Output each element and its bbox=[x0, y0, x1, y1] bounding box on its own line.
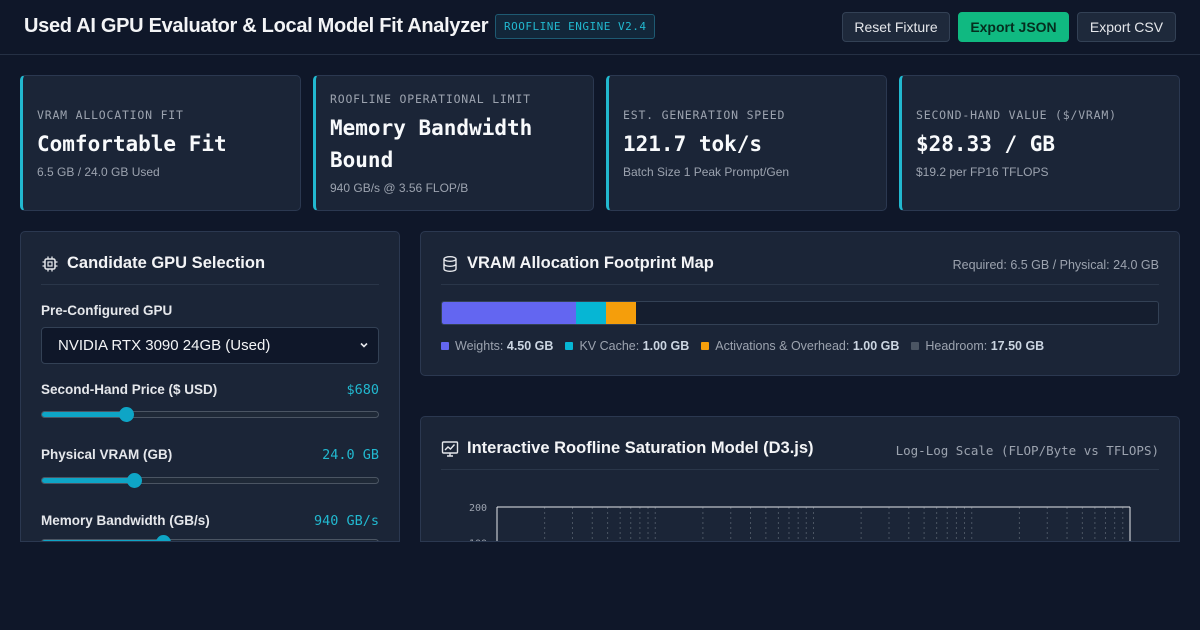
vram-required-summary: Required: 6.5 GB / Physical: 24.0 GB bbox=[952, 258, 1159, 272]
slider-thumb[interactable] bbox=[155, 535, 171, 541]
legend-value: 4.50 GB bbox=[506, 339, 554, 353]
panel-header: VRAM Allocation Footprint Map Required: … bbox=[441, 232, 1159, 285]
metric-value: Memory Bandwidth Bound bbox=[330, 116, 533, 172]
panel-title: Candidate GPU Selection bbox=[67, 254, 266, 272]
legend-label: Headroom: 17.50 GB bbox=[925, 339, 1045, 353]
metric-label: SECOND-HAND VALUE ($/VRAM) bbox=[916, 108, 1117, 122]
selected-gpu-value: NVIDIA RTX 3090 24GB (Used) bbox=[58, 337, 271, 354]
metric-value: 121.7 tok/s bbox=[623, 132, 763, 156]
vram-legend: Weights: 4.50 GB KV Cache: 1.00 GB Activat… bbox=[441, 339, 1044, 353]
app-title: Used AI GPU Evaluator & Local Model Fit … bbox=[24, 15, 489, 37]
legend-item: KV Cache: 1.00 GB bbox=[565, 339, 689, 353]
database-icon bbox=[443, 256, 457, 273]
slider-fill bbox=[42, 478, 135, 483]
legend-item: Headroom: 17.50 GB bbox=[911, 339, 1044, 353]
roofline-scale-note: Log-Log Scale (FLOP/Byte vs TFLOPS) bbox=[895, 443, 1159, 458]
top-bar: Used AI GPU Evaluator & Local Model Fit … bbox=[0, 0, 1200, 55]
chevron-down-icon bbox=[360, 342, 368, 348]
legend-swatch bbox=[911, 342, 920, 350]
legend-swatch bbox=[701, 342, 710, 350]
metric-value: Comfortable Fit bbox=[37, 132, 227, 156]
price-slider-label: Second-Hand Price ($ USD) bbox=[41, 382, 218, 397]
y-tick-label: 100 bbox=[469, 539, 487, 542]
bandwidth-slider-label: Memory Bandwidth (GB/s) bbox=[41, 513, 210, 528]
panel-title: VRAM Allocation Footprint Map bbox=[467, 254, 714, 272]
vram-segment bbox=[576, 302, 607, 324]
legend-value: 17.50 GB bbox=[990, 339, 1045, 353]
vram-slider[interactable] bbox=[41, 473, 379, 488]
metric-card-second-hand-value: SECOND-HAND VALUE ($/VRAM) $28.33 / GB $… bbox=[899, 75, 1180, 211]
slider-fill bbox=[42, 412, 126, 417]
legend-label: Activations & Overhead: 1.00 GB bbox=[715, 339, 900, 353]
metric-value: $28.33 / GB bbox=[916, 132, 1056, 156]
metric-card-generation-speed: EST. GENERATION SPEED 121.7 tok/s Batch … bbox=[606, 75, 887, 211]
chart-icon bbox=[441, 441, 459, 457]
vram-slider-label: Physical VRAM (GB) bbox=[41, 447, 173, 462]
metric-card-vram-fit: VRAM ALLOCATION FIT Comfortable Fit 6.5 … bbox=[20, 75, 301, 211]
vram-segment bbox=[606, 302, 636, 324]
metric-label: VRAM ALLOCATION FIT bbox=[37, 108, 184, 122]
slider-thumb[interactable] bbox=[119, 407, 134, 422]
metric-subtext: $19.2 per FP16 TFLOPS bbox=[916, 165, 1049, 179]
metric-subtext: 940 GB/s @ 3.56 FLOP/B bbox=[330, 181, 469, 195]
export-json-button[interactable]: Export JSON bbox=[958, 12, 1069, 42]
export-csv-button[interactable]: Export CSV bbox=[1077, 12, 1176, 42]
chip-icon bbox=[42, 256, 58, 272]
reset-fixture-button[interactable]: Reset Fixture bbox=[842, 12, 950, 42]
metric-label: EST. GENERATION SPEED bbox=[623, 108, 786, 122]
panel-header: Candidate GPU Selection bbox=[41, 232, 379, 285]
legend-swatch bbox=[565, 342, 574, 350]
price-slider-value: $680 bbox=[346, 382, 379, 398]
preconfigured-gpu-label: Pre-Configured GPU bbox=[41, 303, 173, 318]
legend-item: Activations & Overhead: 1.00 GB bbox=[701, 339, 899, 353]
panel-title: Interactive Roofline Saturation Model (D… bbox=[467, 439, 814, 457]
metric-label: ROOFLINE OPERATIONAL LIMIT bbox=[330, 92, 531, 106]
roofline-chart[interactable]: 200 100 bbox=[421, 497, 1180, 542]
bandwidth-slider[interactable] bbox=[41, 535, 379, 541]
bandwidth-slider-value: 940 GB/s bbox=[313, 513, 379, 529]
preconfigured-gpu-select[interactable]: NVIDIA RTX 3090 24GB (Used) bbox=[41, 327, 379, 364]
metric-subtext: Batch Size 1 Peak Prompt/Gen bbox=[623, 165, 790, 179]
legend-swatch bbox=[441, 342, 449, 350]
legend-label: KV Cache: 1.00 GB bbox=[579, 339, 690, 353]
slider-thumb[interactable] bbox=[127, 473, 143, 488]
vram-allocation-panel: VRAM Allocation Footprint Map Required: … bbox=[420, 231, 1180, 376]
legend-label: Weights: 4.50 GB bbox=[455, 339, 554, 353]
vram-segment bbox=[442, 302, 577, 324]
metric-card-roofline-limit: ROOFLINE OPERATIONAL LIMIT Memory Bandwi… bbox=[313, 75, 594, 211]
price-slider[interactable] bbox=[41, 407, 379, 422]
legend-value: 1.00 GB bbox=[852, 339, 900, 353]
legend-value: 1.00 GB bbox=[642, 339, 690, 353]
slider-fill bbox=[42, 540, 163, 541]
roofline-panel: Interactive Roofline Saturation Model (D… bbox=[420, 416, 1180, 542]
y-tick-label: 200 bbox=[469, 503, 487, 514]
gpu-selection-panel: Candidate GPU Selection Pre-Configured G… bbox=[20, 231, 400, 542]
metric-subtext: 6.5 GB / 24.0 GB Used bbox=[37, 165, 160, 179]
vram-slider-value: 24.0 GB bbox=[322, 447, 379, 463]
vram-footprint-bar bbox=[441, 301, 1159, 325]
engine-version-badge: ROOFLINE ENGINE V2.4 bbox=[495, 14, 656, 39]
panel-header: Interactive Roofline Saturation Model (D… bbox=[441, 417, 1159, 470]
legend-item: Weights: 4.50 GB bbox=[441, 339, 553, 353]
